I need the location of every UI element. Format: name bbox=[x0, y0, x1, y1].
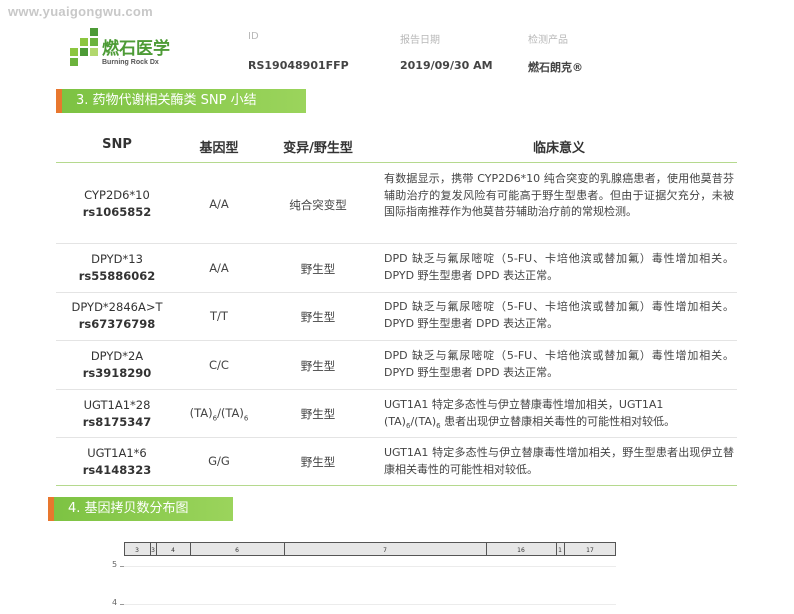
logo-icon bbox=[70, 28, 98, 66]
chromosome-label: 7 bbox=[383, 547, 387, 554]
chromosome-band: 3 3 4 6 7 16 1 17 bbox=[124, 542, 616, 556]
y-tick bbox=[120, 566, 124, 567]
y-tick-label: 4 bbox=[112, 598, 118, 607]
significance-cell: UGT1A1 特定多态性与伊立替康毒性增加相关，野生型患者出现伊立替康相关毒性的… bbox=[384, 446, 734, 476]
table-row-snp: UGT1A1*6 rs4148323 bbox=[56, 445, 178, 479]
significance-cell: DPD 缺乏与氟尿嘧啶（5-FU、卡培他滨或替加氟）毒性增加相关。DPYD 野生… bbox=[384, 349, 734, 379]
table-row-snp: UGT1A1*28 rs8175347 bbox=[56, 397, 178, 431]
gridline bbox=[124, 566, 616, 567]
table-row-snp: CYP2D6*10 rs1065852 bbox=[56, 187, 178, 221]
section-accent bbox=[56, 89, 62, 113]
snp-rs: rs1065852 bbox=[82, 205, 152, 219]
section-3-title: 3. 药物代谢相关酶类 SNP 小结 bbox=[76, 93, 257, 108]
row-divider bbox=[56, 292, 737, 293]
snp-rs: rs55886062 bbox=[78, 269, 156, 283]
watermark: www.yuaigongwu.com bbox=[8, 4, 154, 19]
product-label: 检测产品 bbox=[528, 35, 568, 46]
chromosome-label: 3 bbox=[135, 547, 139, 554]
snp-rs: rs3918290 bbox=[82, 366, 152, 380]
genotype-cell: A/A bbox=[209, 261, 229, 275]
section-4-header: 4. 基因拷贝数分布图 bbox=[48, 497, 233, 521]
header-variant: 变异/野生型 bbox=[283, 141, 353, 156]
header-significance: 临床意义 bbox=[532, 141, 585, 156]
date-label: 报告日期 bbox=[400, 35, 440, 46]
snp-name: DPYD*13 bbox=[91, 252, 143, 266]
variant-cell: 野生型 bbox=[300, 407, 336, 421]
variant-cell: 野生型 bbox=[300, 455, 336, 469]
row-divider bbox=[56, 437, 737, 438]
chromosome-label: 4 bbox=[171, 547, 175, 554]
y-tick bbox=[120, 604, 124, 605]
genotype-cell: C/C bbox=[209, 358, 229, 372]
logo-text-cn: 燃石医学 bbox=[102, 39, 170, 59]
snp-rs: rs4148323 bbox=[82, 463, 152, 477]
snp-name: UGT1A1*28 bbox=[83, 398, 151, 412]
table-bottom-border bbox=[56, 485, 737, 486]
significance-cell: UGT1A1 特定多态性与伊立替康毒性增加相关，UGT1A1 (TA)6/(TA… bbox=[384, 398, 676, 430]
variant-cell: 纯合突变型 bbox=[289, 198, 347, 212]
table-top-border bbox=[56, 162, 737, 163]
snp-name: CYP2D6*10 bbox=[84, 188, 150, 202]
row-divider bbox=[56, 340, 737, 341]
section-4-title: 4. 基因拷贝数分布图 bbox=[68, 501, 189, 516]
chromosome-label: 17 bbox=[586, 547, 594, 554]
chromosome-label: 6 bbox=[235, 547, 239, 554]
logo-text-en: Burning Rock Dx bbox=[102, 59, 159, 66]
section-3-header: 3. 药物代谢相关酶类 SNP 小结 bbox=[56, 89, 306, 113]
section-accent bbox=[48, 497, 54, 521]
chromosome-label: 1 bbox=[558, 547, 562, 554]
row-divider bbox=[56, 243, 737, 244]
header-snp: SNP bbox=[102, 137, 132, 152]
header-genotype: 基因型 bbox=[199, 141, 239, 156]
chromosome-label: 16 bbox=[517, 547, 525, 554]
snp-name: UGT1A1*6 bbox=[87, 446, 147, 460]
genotype-cell: (TA)6/(TA)6 bbox=[189, 406, 249, 423]
gridline bbox=[124, 604, 616, 605]
date-value: 2019/09/30 AM bbox=[400, 59, 493, 72]
table-row-snp: DPYD*13 rs55886062 bbox=[56, 251, 178, 285]
genotype-cell: T/T bbox=[210, 309, 228, 323]
snp-name: DPYD*2A bbox=[90, 349, 144, 363]
snp-rs: rs8175347 bbox=[82, 415, 152, 429]
id-label: ID bbox=[248, 31, 259, 42]
row-divider bbox=[56, 389, 737, 390]
variant-cell: 野生型 bbox=[300, 262, 336, 276]
genotype-cell: A/A bbox=[209, 197, 229, 211]
chromosome-label: 3 bbox=[151, 547, 155, 554]
significance-cell: 有数据显示，携带 CYP2D6*10 纯合突变的乳腺癌患者，使用他莫昔芬辅助治疗… bbox=[384, 172, 734, 218]
significance-cell: DPD 缺乏与氟尿嘧啶（5-FU、卡培他滨或替加氟）毒性增加相关。DPYD 野生… bbox=[384, 300, 734, 330]
variant-cell: 野生型 bbox=[300, 310, 336, 324]
significance-cell: DPD 缺乏与氟尿嘧啶（5-FU、卡培他滨或替加氟）毒性增加相关。DPYD 野生… bbox=[384, 252, 734, 282]
table-row-snp: DPYD*2846A>T rs67376798 bbox=[56, 299, 178, 333]
logo: 燃石医学 Burning Rock Dx bbox=[68, 26, 178, 74]
product-value: 燃石朗克® bbox=[528, 61, 583, 74]
y-tick-label: 5 bbox=[112, 560, 118, 569]
table-row-snp: DPYD*2A rs3918290 bbox=[56, 348, 178, 382]
snp-name: DPYD*2846A>T bbox=[71, 300, 163, 314]
id-value: RS19048901FFP bbox=[248, 59, 349, 72]
genotype-cell: G/G bbox=[208, 454, 230, 468]
variant-cell: 野生型 bbox=[300, 359, 336, 373]
snp-rs: rs67376798 bbox=[78, 317, 156, 331]
